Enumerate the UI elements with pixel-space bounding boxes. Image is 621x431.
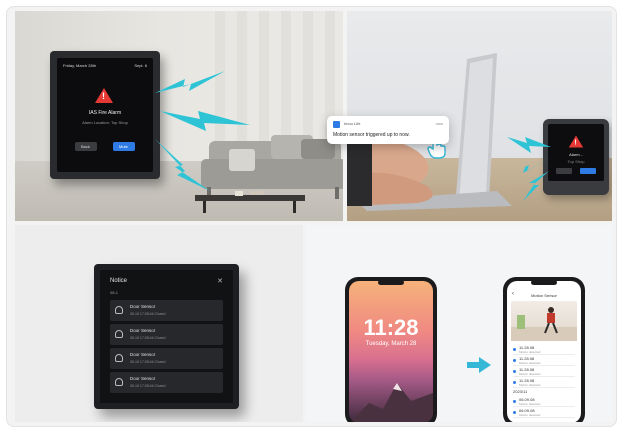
list-item[interactable]: 06.09.08 Motion detected [513, 397, 575, 407]
list-item[interactable]: 11.28.08 Motion detected [513, 367, 575, 377]
alarm-screen: Friday, March 28th Sept. 6 IAS Fire Alar… [57, 58, 153, 172]
bell-icon [115, 306, 123, 314]
phone-notch [378, 280, 404, 285]
status-dot-icon [513, 359, 516, 362]
status-dot-icon [513, 411, 516, 414]
lockscreen-time: 11:28 [363, 315, 419, 340]
signal-bolt-icon [160, 111, 250, 131]
notification-title: Door Sensor [130, 352, 156, 357]
bell-icon [115, 378, 123, 386]
desk-alarm-screen: Alarm... Top Shop [548, 124, 604, 181]
back-arrow-icon[interactable]: ‹ [512, 291, 514, 297]
list-item[interactable]: 11.28.08 Motion detected [513, 345, 575, 355]
desk-alarm-subtitle: Top Shop [567, 159, 585, 164]
warning-icon [568, 135, 584, 148]
phone-scene: 11:28 Tuesday, March 28 Motion Sensor ‹ [307, 225, 612, 422]
camera-snapshot[interactable] [511, 301, 577, 341]
notice-screen: Notice ✕ 08-1 Door Sensor 08-18 17:08:46… [100, 270, 233, 403]
product-image-grid: Friday, March 28th Sept. 6 IAS Fire Alar… [6, 6, 617, 427]
notice-subtitle: 08-1 [110, 290, 119, 295]
lockscreen-wallpaper: 11:28 Tuesday, March 28 [349, 281, 433, 422]
notification-detail: 08-18 17:08:46 Closed [130, 312, 166, 316]
bell-icon [115, 354, 123, 362]
alarm-title: IAS Fire Alarm [88, 110, 122, 116]
app-screen: Motion Sensor ‹ 11.28.08 Motion detected … [507, 281, 581, 422]
list-item[interactable]: 11.28.08 Motion detected [513, 356, 575, 366]
phone-notch [531, 280, 557, 285]
coffee-table [195, 191, 305, 213]
list-item[interactable]: Door Sensor 08-18 17:08:46 Closed [110, 300, 223, 321]
notification-title: Door Sensor [130, 304, 156, 309]
event-state: Motion detected [519, 361, 541, 365]
bell-icon [115, 330, 123, 338]
event-state: Motion detected [519, 372, 541, 376]
notification-detail: 08-18 17:08:46 Closed [130, 360, 166, 364]
notice-title: Notice [110, 278, 128, 284]
event-state: Motion detected [519, 383, 541, 387]
notification-detail: 08-18 17:08:46 Closed [130, 336, 166, 340]
close-icon[interactable]: ✕ [217, 277, 223, 285]
mute-button[interactable]: Mute [113, 142, 135, 151]
push-time: now [435, 121, 443, 126]
event-state: Motion detected [519, 350, 541, 354]
app-header-title: Motion Sensor [531, 293, 557, 298]
alarm-subtitle: Alarm Location: Top Shop [82, 120, 128, 125]
list-item[interactable]: Door Sensor 08-18 17:08:46 Closed [110, 372, 223, 393]
event-state: Motion detected [519, 413, 541, 417]
list-item[interactable]: Door Sensor 08-18 17:08:46 Closed [110, 324, 223, 345]
notification-title: Door Sensor [130, 328, 156, 333]
list-item[interactable]: 06.09.08 Motion detected [513, 408, 575, 418]
push-message: Motion sensor triggered up to now. [333, 132, 410, 138]
status-dot-icon [513, 400, 516, 403]
desktop-control-panel: Alarm... Top Shop [543, 119, 609, 195]
status-time: Sept. 6 [134, 63, 147, 68]
arrow-right-icon [467, 357, 491, 373]
section-label: 2023/11 [513, 389, 528, 394]
signal-bolt-icon [155, 139, 210, 191]
status-dot-icon [513, 370, 516, 373]
notice-scene: Notice ✕ 08-1 Door Sensor 08-18 17:08:46… [15, 225, 303, 422]
status-dot-icon [513, 348, 516, 351]
signal-bolt-icon [507, 137, 551, 153]
status-date: Friday, March 28th [63, 63, 97, 68]
living-room-scene: Friday, March 28th Sept. 6 IAS Fire Alar… [15, 11, 343, 221]
wall-control-panel: Friday, March 28th Sept. 6 IAS Fire Alar… [50, 51, 160, 179]
phone-app-screen: Motion Sensor ‹ 11.28.08 Motion detected … [503, 277, 585, 422]
mountain-illustration [350, 383, 433, 422]
status-dot-icon [513, 381, 516, 384]
list-item[interactable]: Door Sensor 08-18 17:08:46 Closed [110, 348, 223, 369]
sofa-illustration [201, 135, 343, 199]
lockscreen-date: Tuesday, March 28 [365, 341, 417, 347]
list-item[interactable]: 11.28.08 Motion detected [513, 378, 575, 388]
wall-control-panel: Notice ✕ 08-1 Door Sensor 08-18 17:08:46… [94, 264, 239, 409]
notification-detail: 08-18 17:08:46 Closed [130, 384, 166, 388]
notification-title: Door Sensor [130, 376, 156, 381]
event-state: Motion detected [519, 402, 541, 406]
warning-icon [95, 88, 113, 103]
mute-button-label: Mute [119, 144, 128, 149]
person-illustration [511, 307, 577, 341]
app-icon [333, 121, 340, 128]
desk-mute-button[interactable] [580, 168, 596, 174]
push-notification[interactable]: Imou Life now Motion sensor triggered up… [327, 116, 449, 144]
desk-back-button[interactable] [556, 168, 572, 174]
back-button[interactable]: Back [75, 142, 97, 151]
back-button-label: Back [81, 144, 90, 149]
signal-bolt-icon [523, 171, 549, 201]
push-app-name: Imou Life [344, 121, 361, 126]
phone-lockscreen: 11:28 Tuesday, March 28 [345, 277, 437, 422]
desk-alarm-title: Alarm... [569, 152, 583, 157]
signal-bolt-icon [155, 71, 225, 93]
